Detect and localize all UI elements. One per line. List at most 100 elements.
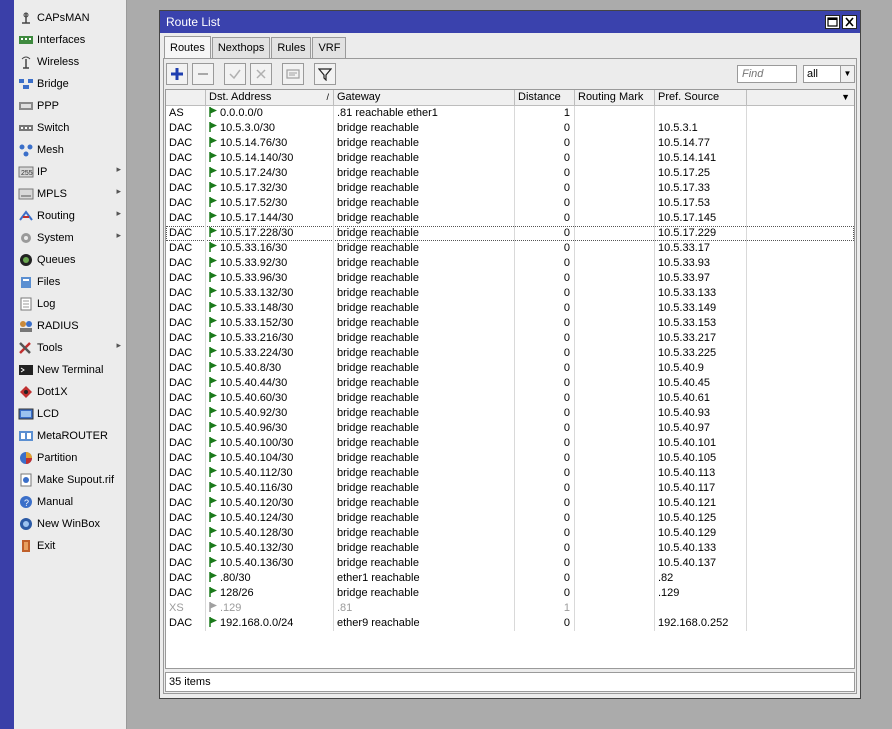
table-row[interactable]: DAC .80/30 ether1 reachable 0 .82 — [166, 571, 854, 586]
column-header-gateway[interactable]: Gateway — [334, 90, 515, 106]
table-row[interactable]: DAC 10.5.17.32/30 bridge reachable 0 10.5.17… — [166, 181, 854, 196]
tab-routes[interactable]: Routes — [164, 36, 211, 58]
cell-dist: 0 — [515, 436, 575, 451]
remove-button[interactable] — [192, 63, 214, 85]
enable-button[interactable] — [224, 63, 246, 85]
table-row[interactable]: DAC 192.168.0.0/24 ether9 reachable 0 192.16… — [166, 616, 854, 631]
column-header-flags[interactable] — [166, 90, 206, 106]
cell-text: 0 — [563, 317, 570, 329]
cell-text: 10.5.40.117 — [658, 482, 716, 494]
column-header-distance[interactable]: Distance — [515, 90, 575, 106]
table-row[interactable]: DAC 10.5.14.140/30 bridge reachable 0 10.5.1… — [166, 151, 854, 166]
table-row[interactable]: DAC 10.5.40.128/30 bridge reachable 0 10.5.4… — [166, 526, 854, 541]
table-row[interactable]: AS 0.0.0.0/0 .81 reachable ether1 1 — [166, 106, 854, 121]
cell-text: 0 — [563, 572, 570, 584]
sidebar-item-wireless[interactable]: Wireless — [14, 51, 127, 72]
table-row[interactable]: DAC 10.5.40.60/30 bridge reachable 0 10.5.40… — [166, 391, 854, 406]
sidebar-item-routing[interactable]: Routing ▸ — [14, 205, 127, 226]
cell-text: bridge reachable — [337, 377, 419, 389]
table-row[interactable]: DAC 10.5.40.92/30 bridge reachable 0 10.5.40… — [166, 406, 854, 421]
table-row[interactable]: DAC 10.5.40.104/30 bridge reachable 0 10.5.4… — [166, 451, 854, 466]
table-row[interactable]: DAC 10.5.33.132/30 bridge reachable 0 10.5.3… — [166, 286, 854, 301]
sidebar-item-manual[interactable]: ? Manual — [14, 491, 127, 512]
sidebar-item-mesh[interactable]: Mesh — [14, 139, 127, 160]
find-input[interactable] — [737, 65, 797, 83]
sidebar-item-metarouter[interactable]: MetaROUTER — [14, 425, 127, 446]
sidebar-item-files[interactable]: Files — [14, 271, 127, 292]
table-row[interactable]: DAC 10.5.40.8/30 bridge reachable 0 10.5.40.… — [166, 361, 854, 376]
table-row[interactable]: DAC 10.5.33.152/30 bridge reachable 0 10.5.3… — [166, 316, 854, 331]
sidebar-item-ppp[interactable]: PPP — [14, 95, 127, 116]
sidebar-item-make-supout-rif[interactable]: Make Supout.rif — [14, 469, 127, 490]
table-row[interactable]: DAC 10.5.40.136/30 bridge reachable 0 10.5.4… — [166, 556, 854, 571]
cell-text: bridge reachable — [337, 257, 419, 269]
comment-button[interactable] — [282, 63, 304, 85]
tab-rules[interactable]: Rules — [271, 37, 312, 58]
table-row[interactable]: DAC 10.5.17.228/30 bridge reachable 0 10.5.1… — [166, 226, 854, 241]
table-row[interactable]: DAC 10.5.33.92/30 bridge reachable 0 10.5.33… — [166, 256, 854, 271]
sidebar-item-queues[interactable]: Queues — [14, 249, 127, 270]
cell-flags: DAC — [166, 121, 206, 136]
disable-button[interactable] — [250, 63, 272, 85]
sidebar-item-new-winbox[interactable]: New WinBox — [14, 513, 127, 534]
close-button[interactable] — [842, 15, 857, 29]
cell-dist: 0 — [515, 481, 575, 496]
cell-dist: 0 — [515, 571, 575, 586]
table-row[interactable]: DAC 10.5.33.224/30 bridge reachable 0 10.5.3… — [166, 346, 854, 361]
table-row[interactable]: DAC 128/26 bridge reachable 0 .129 — [166, 586, 854, 601]
sidebar-item-tools[interactable]: Tools ▸ — [14, 337, 127, 358]
table-row[interactable]: DAC 10.5.14.76/30 bridge reachable 0 10.5.14… — [166, 136, 854, 151]
column-header-dst-address[interactable]: Dst. Address / — [206, 90, 334, 106]
table-row[interactable]: DAC 10.5.40.44/30 bridge reachable 0 10.5.40… — [166, 376, 854, 391]
sidebar-item-system[interactable]: System ▸ — [14, 227, 127, 248]
sidebar-item-exit[interactable]: Exit — [14, 535, 127, 556]
sidebar-item-interfaces[interactable]: Interfaces — [14, 29, 127, 50]
dropdown-arrow-icon[interactable]: ▼ — [840, 66, 854, 82]
sidebar-item-partition[interactable]: Partition — [14, 447, 127, 468]
add-button[interactable] — [166, 63, 188, 85]
sidebar-item-log[interactable]: Log — [14, 293, 127, 314]
table-row[interactable]: XS .129 .81 1 — [166, 601, 854, 616]
column-header-routing-mark[interactable]: Routing Mark — [575, 90, 655, 106]
sidebar-item-radius[interactable]: RADIUS — [14, 315, 127, 336]
cell-text: DAC — [169, 242, 193, 254]
column-menu-icon[interactable]: ▼ — [841, 90, 850, 105]
filter-select[interactable]: all ▼ — [803, 65, 855, 83]
table-row[interactable]: DAC 10.5.33.96/30 bridge reachable 0 10.5.33… — [166, 271, 854, 286]
cell-text: 10.5.40.92/30 — [220, 407, 288, 419]
sidebar-item-capsman[interactable]: CAPsMAN — [14, 7, 127, 28]
table-row[interactable]: DAC 10.5.40.96/30 bridge reachable 0 10.5.40… — [166, 421, 854, 436]
table-row[interactable]: DAC 10.5.17.24/30 bridge reachable 0 10.5.17… — [166, 166, 854, 181]
filter-button[interactable] — [314, 63, 336, 85]
table-row[interactable]: DAC 10.5.17.52/30 bridge reachable 0 10.5.17… — [166, 196, 854, 211]
table-row[interactable]: DAC 10.5.40.132/30 bridge reachable 0 10.5.4… — [166, 541, 854, 556]
table-row[interactable]: DAC 10.5.40.124/30 bridge reachable 0 10.5.4… — [166, 511, 854, 526]
sidebar-item-new-terminal[interactable]: New Terminal — [14, 359, 127, 380]
cell-text: 10.5.33.93 — [658, 257, 710, 269]
cell-gw: bridge reachable — [334, 451, 515, 466]
tab-vrf[interactable]: VRF — [312, 37, 347, 58]
table-row[interactable]: DAC 10.5.40.112/30 bridge reachable 0 10.5.4… — [166, 466, 854, 481]
cell-src: 10.5.40.121 — [655, 496, 747, 511]
table-row[interactable]: DAC 10.5.17.144/30 bridge reachable 0 10.5.1… — [166, 211, 854, 226]
sidebar-item-mpls[interactable]: MPLS ▸ — [14, 183, 127, 204]
table-row[interactable]: DAC 10.5.33.216/30 bridge reachable 0 10.5.3… — [166, 331, 854, 346]
table-row[interactable]: DAC 10.5.40.116/30 bridge reachable 0 10.5.4… — [166, 481, 854, 496]
table-row[interactable]: DAC 10.5.33.148/30 bridge reachable 0 10.5.3… — [166, 301, 854, 316]
dot1x-icon — [18, 384, 34, 400]
table-row[interactable]: DAC 10.5.40.120/30 bridge reachable 0 10.5.4… — [166, 496, 854, 511]
sidebar-item-ip[interactable]: 255 IP ▸ — [14, 161, 127, 182]
tab-nexthops[interactable]: Nexthops — [211, 37, 271, 58]
sidebar-item-lcd[interactable]: LCD — [14, 403, 127, 424]
table-row[interactable]: DAC 10.5.40.100/30 bridge reachable 0 10.5.4… — [166, 436, 854, 451]
cell-text: 10.5.40.128/30 — [220, 527, 294, 539]
table-row[interactable]: DAC 10.5.33.16/30 bridge reachable 0 10.5.33… — [166, 241, 854, 256]
window-titlebar[interactable]: Route List — [160, 11, 860, 33]
column-header-pref-source[interactable]: Pref. Source — [655, 90, 747, 106]
maximize-button[interactable] — [825, 15, 840, 29]
sidebar-item-dot1x[interactable]: Dot1X — [14, 381, 127, 402]
cell-gw: bridge reachable — [334, 421, 515, 436]
table-row[interactable]: DAC 10.5.3.0/30 bridge reachable 0 10.5.3.1 — [166, 121, 854, 136]
sidebar-item-bridge[interactable]: Bridge — [14, 73, 127, 94]
sidebar-item-switch[interactable]: Switch — [14, 117, 127, 138]
